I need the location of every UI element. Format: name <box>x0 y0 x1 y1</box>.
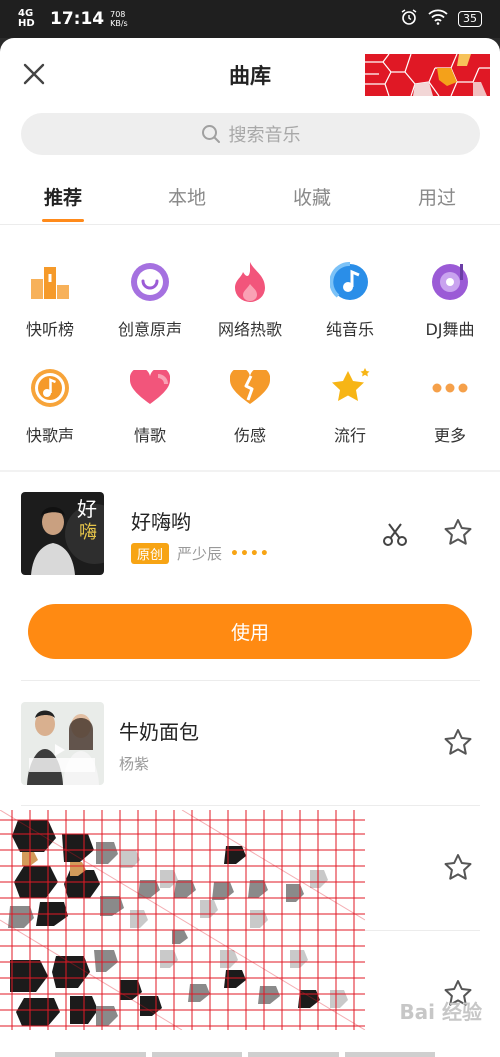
use-button[interactable]: 使用 <box>28 604 472 659</box>
svg-text:嗨: 嗨 <box>79 522 97 543</box>
svg-text:好: 好 <box>77 497 97 521</box>
playing-indicator: •••• <box>230 545 270 562</box>
album-cover <box>21 702 104 785</box>
broken-heart-icon <box>228 366 272 410</box>
tab-local[interactable]: 本地 <box>168 183 206 210</box>
vinyl-icon <box>428 260 472 304</box>
music-note-icon <box>28 366 72 410</box>
tab-favorites[interactable]: 收藏 <box>293 183 331 210</box>
song-title: 好嗨哟 <box>131 510 191 534</box>
artist-name: 杨紫 <box>119 755 150 773</box>
star-outline-icon <box>444 729 472 755</box>
row-divider <box>365 930 480 931</box>
wifi-icon <box>428 9 448 29</box>
category-pure-music[interactable]: 纯音乐 <box>300 260 400 340</box>
redacted-mosaic <box>0 810 365 1030</box>
battery-indicator: 35 <box>458 11 482 27</box>
song-meta: 原创 严少辰 •••• <box>131 543 270 564</box>
star-outline-icon <box>444 854 472 880</box>
song-meta: 杨紫 <box>119 753 149 774</box>
star-icon <box>328 366 372 410</box>
favorite-button[interactable] <box>440 515 476 551</box>
song-title: 牛奶面包 <box>119 720 199 744</box>
more-dots-icon <box>428 366 472 410</box>
category-hot-songs[interactable]: 网络热歌 <box>200 260 300 340</box>
category-love-songs[interactable]: 情歌 <box>100 366 200 446</box>
category-sad[interactable]: 伤感 <box>200 366 300 446</box>
network-indicator: 4G HD <box>18 8 35 29</box>
music-library-sheet: 曲库 搜索音乐 推荐 本地 收藏 用过 快听榜 创意原声 网络热歌 纯音乐 DJ… <box>0 38 500 1057</box>
watermark: Bai 经验 <box>399 1000 482 1024</box>
category-fast-songs[interactable]: 快歌声 <box>0 366 100 446</box>
search-icon <box>201 125 220 143</box>
redacted-mosaic <box>365 54 490 96</box>
status-bar: 4G HD 17:14 708 KB/s 35 <box>0 0 500 38</box>
header: 曲库 <box>0 38 500 110</box>
category-top-chart[interactable]: 快听榜 <box>0 260 100 340</box>
search-bar[interactable]: 搜索音乐 <box>21 113 480 155</box>
favorite-button[interactable] <box>440 725 476 761</box>
heart-icon <box>128 366 172 410</box>
artist-name: 严少辰 <box>177 545 223 563</box>
podium-icon <box>28 260 72 304</box>
category-dj-dance[interactable]: DJ舞曲 <box>400 260 500 340</box>
network-speed: 708 KB/s <box>110 10 128 28</box>
row-divider <box>21 680 480 681</box>
scissors-icon <box>383 523 407 546</box>
smile-icon <box>128 260 172 304</box>
active-tab-indicator <box>42 219 84 222</box>
row-divider <box>21 805 480 806</box>
category-more[interactable]: 更多 <box>400 366 500 446</box>
original-badge: 原创 <box>131 543 170 564</box>
section-divider <box>0 470 500 472</box>
album-cover: 好 嗨 <box>21 492 104 575</box>
alarm-icon <box>400 8 418 30</box>
category-creative-sound[interactable]: 创意原声 <box>100 260 200 340</box>
flame-icon <box>228 260 272 304</box>
favorite-button[interactable] <box>440 850 476 886</box>
note-circle-icon <box>328 260 372 304</box>
tab-used[interactable]: 用过 <box>418 183 456 210</box>
bottom-handle <box>55 1052 435 1057</box>
tab-bar: 推荐 本地 收藏 用过 <box>0 173 500 225</box>
tab-recommended[interactable]: 推荐 <box>44 183 82 210</box>
category-pop[interactable]: 流行 <box>300 366 400 446</box>
trim-button[interactable] <box>377 516 413 552</box>
search-placeholder: 搜索音乐 <box>228 125 301 146</box>
star-outline-icon <box>444 519 472 545</box>
status-time: 17:14 <box>50 9 105 29</box>
